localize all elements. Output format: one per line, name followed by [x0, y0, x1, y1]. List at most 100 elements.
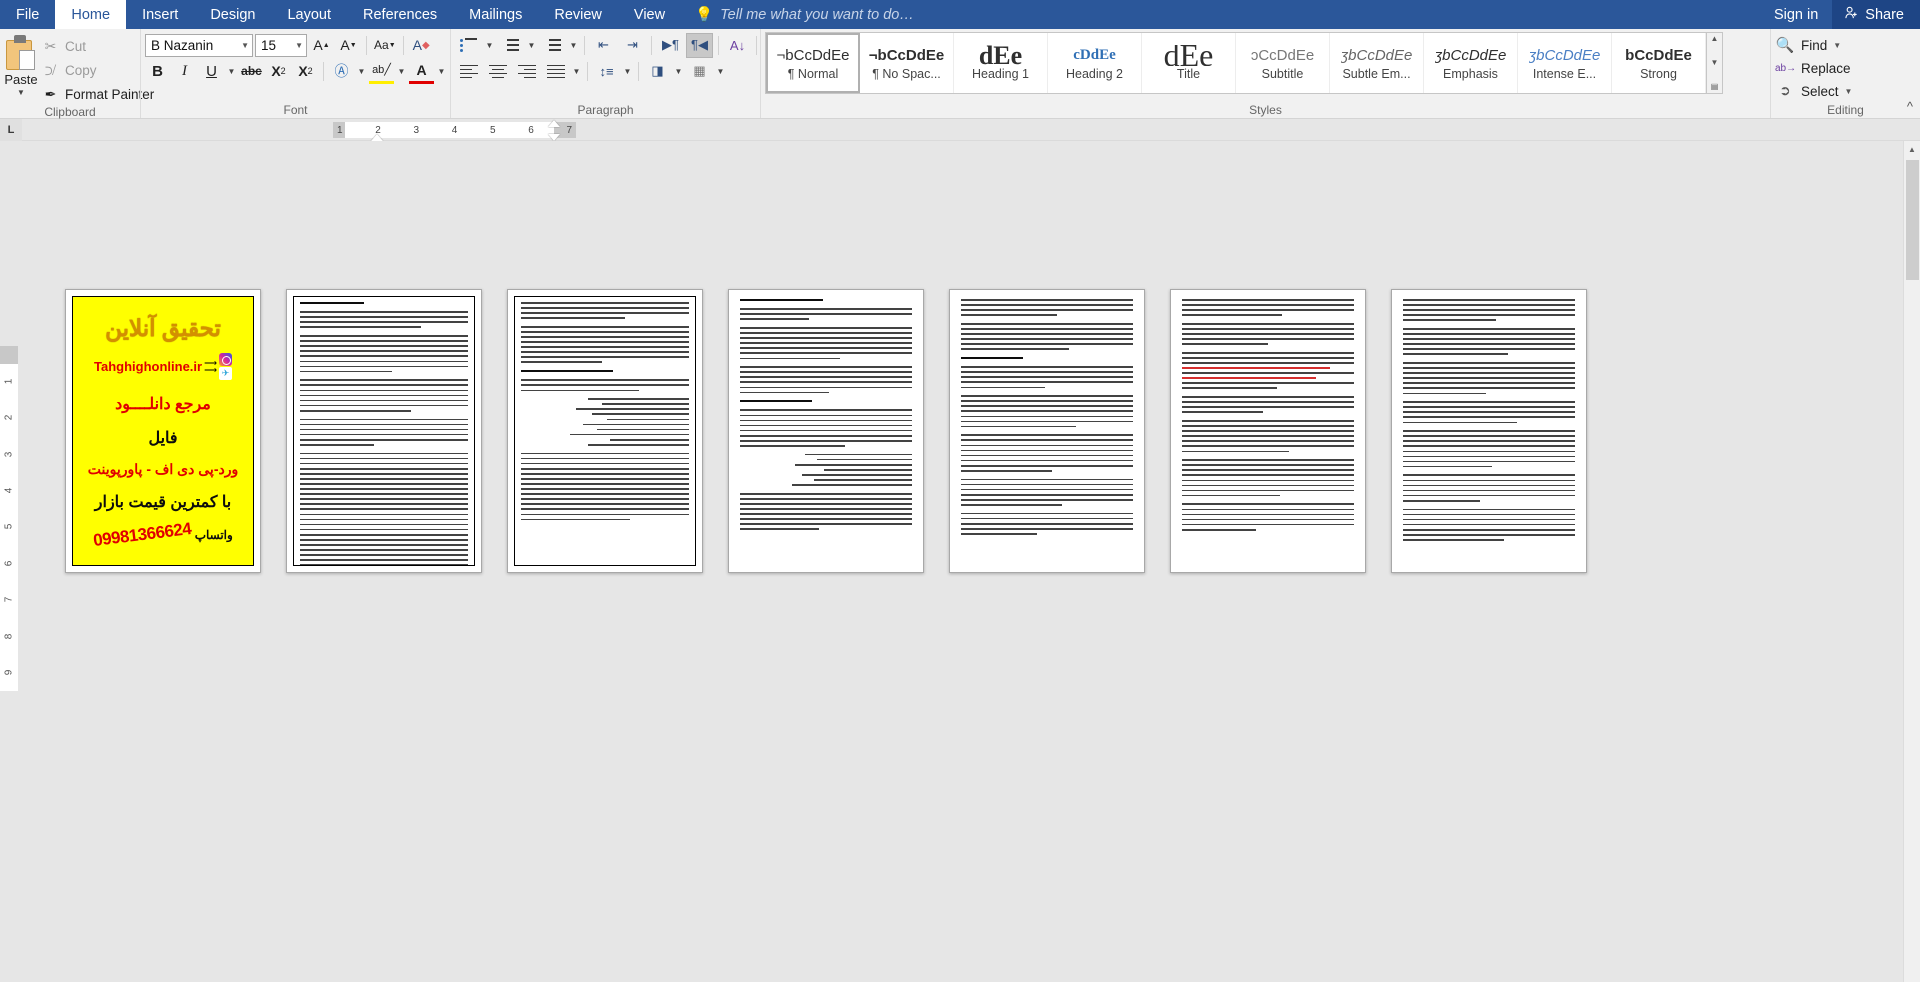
text-highlight-color-button[interactable]: ab╱: [369, 59, 394, 84]
tab-insert[interactable]: Insert: [126, 0, 194, 29]
rtl-text-direction-button[interactable]: ¶◀: [686, 32, 713, 58]
document-page-6[interactable]: [1170, 289, 1366, 573]
style-normal[interactable]: ¬bCcDdEe ¶ Normal: [766, 33, 860, 93]
chevron-down-icon[interactable]: ▼: [568, 41, 579, 50]
tab-design[interactable]: Design: [194, 0, 271, 29]
style-strong[interactable]: bCcDdEe Strong: [1612, 33, 1706, 93]
align-left-button[interactable]: [455, 59, 482, 84]
style-title[interactable]: dEe Title: [1142, 33, 1236, 93]
tab-file[interactable]: File: [0, 0, 55, 29]
tab-references[interactable]: References: [347, 0, 453, 29]
sort-button[interactable]: A↓: [724, 33, 751, 58]
chevron-down-icon[interactable]: ▼: [571, 67, 582, 76]
style-subtle-emphasis[interactable]: ʒbCcDdEe Subtle Em...: [1330, 33, 1424, 93]
shrink-font-button[interactable]: A ▼: [336, 33, 361, 58]
bullets-button[interactable]: [455, 33, 482, 58]
style-no-spacing[interactable]: ¬bCcDdEe ¶ No Spac...: [860, 33, 954, 93]
align-right-button[interactable]: [513, 59, 540, 84]
tab-home[interactable]: Home: [55, 0, 127, 29]
shading-button[interactable]: ◨: [644, 59, 671, 84]
chevron-down-icon[interactable]: ▼: [1833, 41, 1841, 50]
bold-button[interactable]: B: [145, 59, 170, 84]
tab-layout[interactable]: Layout: [271, 0, 347, 29]
collapse-ribbon-button[interactable]: ^: [1907, 99, 1913, 114]
document-page-3[interactable]: [507, 289, 703, 573]
chevron-down-icon[interactable]: ▼: [622, 67, 633, 76]
style-subtitle[interactable]: ɔCcDdEe Subtitle: [1236, 33, 1330, 93]
increase-indent-button[interactable]: ⇥: [619, 33, 646, 58]
hanging-indent-marker[interactable]: [548, 134, 560, 141]
style-emphasis[interactable]: ʒbCcDdEe Emphasis: [1424, 33, 1518, 93]
paste-button[interactable]: Paste ▼: [4, 32, 38, 97]
document-workspace: 1 2 3 4 5 6 7 8 9 تحقیق آنلاین Tahghigho…: [0, 141, 1920, 982]
style-heading-2[interactable]: cDdEe Heading 2: [1048, 33, 1142, 93]
chevron-down-icon[interactable]: ▼: [526, 41, 537, 50]
tab-review[interactable]: Review: [538, 0, 618, 29]
tab-mailings[interactable]: Mailings: [453, 0, 538, 29]
paragraph: [961, 299, 1133, 316]
decrease-indent-button[interactable]: ⇤: [590, 33, 617, 58]
ad-url[interactable]: Tahghighonline.ir: [94, 359, 202, 374]
style-label: ¶ No Spac...: [872, 67, 941, 81]
strikethrough-button[interactable]: abc: [239, 59, 264, 84]
styles-scroll-controls[interactable]: ▲ ▼ ▤: [1707, 32, 1723, 94]
text-effects-button[interactable]: Ⓐ: [329, 59, 354, 84]
first-line-indent-marker[interactable]: [548, 120, 560, 127]
superscript-button[interactable]: X2: [293, 59, 318, 84]
tab-stop-selector[interactable]: L: [0, 118, 22, 141]
borders-button[interactable]: ▦: [686, 59, 713, 84]
ltr-text-direction-button[interactable]: ▶¶: [657, 33, 684, 58]
document-page-5[interactable]: [949, 289, 1145, 573]
line-and-paragraph-spacing-button[interactable]: ↕≡: [593, 59, 620, 84]
replace-button[interactable]: ab→ Replace: [1775, 57, 1852, 79]
font-name-combo[interactable]: B Nazanin ▼: [145, 33, 253, 57]
chevron-down-icon[interactable]: ▼: [673, 67, 684, 76]
chevron-down-icon[interactable]: ▼: [356, 67, 367, 76]
style-heading-1[interactable]: dEe Heading 1: [954, 33, 1048, 93]
chevron-down-icon[interactable]: ▼: [1845, 87, 1853, 96]
chevron-down-icon[interactable]: ▼: [484, 41, 495, 50]
vertical-scrollbar[interactable]: ▲ ▼: [1903, 141, 1920, 982]
chevron-down-icon[interactable]: ▼: [436, 67, 447, 76]
horizontal-ruler[interactable]: 7 6 5 4 3 2 1: [333, 120, 576, 147]
numbering-button[interactable]: [497, 33, 524, 58]
sign-in-button[interactable]: Sign in: [1760, 0, 1832, 29]
tab-view[interactable]: View: [618, 0, 681, 29]
chevron-down-icon[interactable]: ▼: [715, 67, 726, 76]
paragraph: [740, 409, 912, 447]
document-page-4[interactable]: [728, 289, 924, 573]
vruler-tick-2: 2: [3, 414, 15, 421]
document-page-2[interactable]: [286, 289, 482, 573]
subscript-button[interactable]: X2: [266, 59, 291, 84]
caret-down-icon[interactable]: ▼: [1711, 58, 1719, 68]
grow-font-button[interactable]: A ▲: [309, 33, 334, 58]
document-page-1[interactable]: تحقیق آنلاین Tahghighonline.ir ⟶ ⟶ ✈ مرجع…: [65, 289, 261, 573]
share-button[interactable]: Share: [1832, 0, 1920, 29]
font-color-button[interactable]: A: [409, 59, 434, 84]
chevron-down-icon[interactable]: ▼: [17, 88, 25, 97]
document-page-7[interactable]: [1391, 289, 1587, 573]
caret-up-icon[interactable]: ▲: [1904, 141, 1920, 158]
tell-me-box[interactable]: 💡 Tell me what you want to do…: [681, 0, 914, 29]
divider: [756, 35, 757, 55]
underline-button[interactable]: U: [199, 59, 224, 84]
paragraph: [961, 395, 1133, 428]
clear-formatting-button[interactable]: A ◆: [409, 33, 434, 58]
center-button[interactable]: [484, 59, 511, 84]
chevron-down-icon[interactable]: ▼: [396, 67, 407, 76]
multilevel-list-button[interactable]: [539, 33, 566, 58]
paragraph: [961, 478, 1133, 506]
style-intense-emphasis[interactable]: ʒbCcDdEe Intense E...: [1518, 33, 1612, 93]
italic-button[interactable]: I: [172, 59, 197, 84]
change-case-button[interactable]: Aa ▼: [372, 33, 398, 58]
font-size-combo[interactable]: 15 ▼: [255, 33, 307, 57]
pages-canvas[interactable]: تحقیق آنلاین Tahghighonline.ir ⟶ ⟶ ✈ مرجع…: [22, 141, 1920, 982]
more-styles-icon[interactable]: ▤: [1711, 82, 1719, 92]
justify-button[interactable]: [542, 59, 569, 84]
caret-up-icon[interactable]: ▲: [1711, 34, 1719, 44]
chevron-down-icon[interactable]: ▼: [226, 67, 237, 76]
find-button[interactable]: 🔍 Find ▼: [1775, 34, 1852, 56]
vertical-ruler[interactable]: 1 2 3 4 5 6 7 8 9: [0, 141, 22, 982]
scroll-thumb[interactable]: [1906, 160, 1919, 280]
select-button[interactable]: ➲ Select ▼: [1775, 80, 1852, 102]
